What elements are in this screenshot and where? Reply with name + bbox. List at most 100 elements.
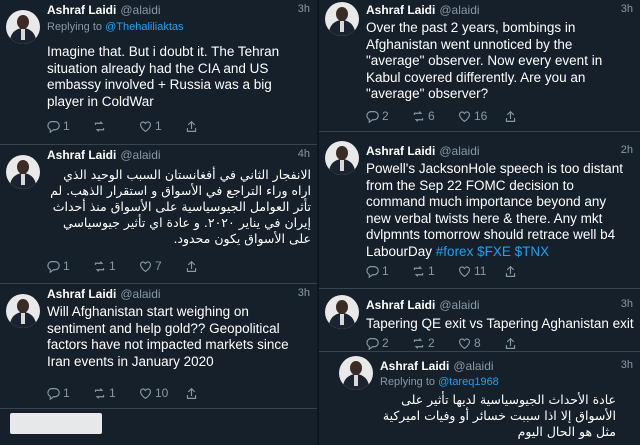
retweet-icon <box>94 120 105 132</box>
like-button[interactable]: 8 <box>458 336 504 350</box>
tweet-text: Will Afghanistan start weighing on senti… <box>47 304 289 369</box>
reply-to-handle[interactable]: @Thehaliliaktas <box>105 21 183 33</box>
avatar[interactable] <box>325 295 359 329</box>
tweet-header: Ashraf Laidi @alaidi 3h <box>380 359 636 375</box>
tweet-text: Tapering QE exit vs Tapering Aghanistan … <box>366 316 634 331</box>
replying-to: Replying to @Thehaliliaktas <box>47 21 184 33</box>
tweet-text: Over the past 2 years, bombings in Afgha… <box>366 20 603 101</box>
like-button[interactable]: 10 <box>139 386 185 400</box>
share-button[interactable] <box>504 265 524 278</box>
redacted-block <box>10 413 102 434</box>
author-name[interactable]: Ashraf Laidi <box>47 148 116 162</box>
reply-button[interactable]: 1 <box>47 259 93 273</box>
like-button[interactable]: 11 <box>458 264 504 278</box>
author-handle[interactable]: @alaidi <box>120 148 160 162</box>
share-button[interactable] <box>185 387 205 400</box>
retweet-button[interactable]: 6 <box>412 109 458 123</box>
like-button[interactable]: 16 <box>458 109 504 123</box>
share-button[interactable] <box>185 120 205 133</box>
avatar[interactable] <box>6 155 40 189</box>
avatar[interactable] <box>6 294 40 328</box>
retweet-button[interactable]: 1 <box>93 259 139 273</box>
author-name[interactable]: Ashraf Laidi <box>47 3 116 17</box>
author-name[interactable]: Ashraf Laidi <box>366 3 435 17</box>
tweet-text: Imagine that. But i doubt it. The Tehran… <box>47 44 280 109</box>
avatar[interactable] <box>325 2 359 36</box>
timestamp[interactable]: 4h <box>298 148 310 160</box>
share-button[interactable] <box>504 337 524 350</box>
tweet[interactable]: Ashraf Laidi @alaidi 3h Will Afghanistan … <box>0 284 317 409</box>
timestamp[interactable]: 3h <box>621 298 633 310</box>
timestamp[interactable]: 3h <box>298 3 310 15</box>
tweet-header: Ashraf Laidi @alaidi 3h <box>47 3 313 19</box>
author-handle[interactable]: @alaidi <box>439 3 479 17</box>
tweet-text: Powell's JacksonHole speech is too dista… <box>366 161 634 260</box>
reply-icon <box>47 387 60 400</box>
timestamp[interactable]: 3h <box>621 3 633 15</box>
share-icon <box>505 110 516 122</box>
tweet[interactable]: Ashraf Laidi @alaidi 2h Powell's JacksonH… <box>319 141 640 289</box>
timestamp[interactable]: 3h <box>298 287 310 299</box>
author-handle[interactable]: @alaidi <box>453 359 493 373</box>
author-handle[interactable]: @alaidi <box>439 144 479 158</box>
reply-to-handle[interactable]: @tareq1968 <box>438 376 499 388</box>
share-button[interactable] <box>504 110 524 123</box>
reply-icon <box>366 337 379 350</box>
author-name[interactable]: Ashraf Laidi <box>366 298 435 312</box>
avatar[interactable] <box>6 10 40 44</box>
author-name[interactable]: Ashraf Laidi <box>380 359 449 373</box>
tweet-actions: 2 6 16 <box>366 109 524 123</box>
reply-button[interactable]: 2 <box>366 109 412 123</box>
author-handle[interactable]: @alaidi <box>120 287 160 301</box>
tweet-actions: 1 1 10 <box>47 386 205 400</box>
like-count: 8 <box>474 336 481 350</box>
avatar[interactable] <box>325 141 359 175</box>
reply-count: 1 <box>63 386 70 400</box>
hashtag-links[interactable]: #forex $FXE $TNX <box>436 244 549 259</box>
share-button[interactable] <box>185 260 205 273</box>
tweet[interactable]: Ashraf Laidi @alaidi 3h Replying to @Theh… <box>0 0 317 145</box>
reply-icon <box>366 265 379 278</box>
share-icon <box>186 387 197 399</box>
replying-to-label: Replying to <box>47 21 106 33</box>
retweet-button[interactable] <box>93 120 139 133</box>
like-icon <box>140 387 151 399</box>
tweet[interactable]: Ashraf Laidi @alaidi 3h Over the past 2 y… <box>319 0 640 132</box>
retweet-icon <box>413 265 424 277</box>
retweet-button[interactable]: 1 <box>93 386 139 400</box>
like-count: 1 <box>155 119 162 133</box>
tweet[interactable]: Ashraf Laidi @alaidi 4h الانفجار الثاني ف… <box>0 145 317 284</box>
share-icon <box>186 120 197 132</box>
share-icon <box>505 265 516 277</box>
tweet[interactable]: Ashraf Laidi @alaidi 3h Tapering QE exit … <box>319 295 640 352</box>
tweet-header: Ashraf Laidi @alaidi 3h <box>47 287 313 303</box>
like-button[interactable]: 7 <box>139 259 185 273</box>
author-name[interactable]: Ashraf Laidi <box>366 144 435 158</box>
retweet-icon <box>94 387 105 399</box>
share-icon <box>186 260 197 272</box>
author-handle[interactable]: @alaidi <box>439 298 479 312</box>
reply-button[interactable]: 1 <box>366 264 412 278</box>
like-button[interactable]: 1 <box>139 119 185 133</box>
reply-count: 2 <box>382 336 389 350</box>
reply-button[interactable]: 1 <box>47 386 93 400</box>
author-name[interactable]: Ashraf Laidi <box>47 287 116 301</box>
reply-button[interactable]: 1 <box>47 119 93 133</box>
timestamp[interactable]: 2h <box>621 144 633 156</box>
reply-icon <box>366 110 379 123</box>
tweet-actions: 2 2 8 <box>366 336 524 350</box>
tweet[interactable]: Ashraf Laidi @alaidi 3h Replying to @tare… <box>333 352 640 445</box>
retweet-count: 6 <box>428 109 435 123</box>
timestamp[interactable]: 3h <box>621 359 633 371</box>
retweet-button[interactable]: 1 <box>412 264 458 278</box>
retweet-button[interactable]: 2 <box>412 336 458 350</box>
share-icon <box>505 337 516 349</box>
like-count: 7 <box>155 259 162 273</box>
retweet-count: 1 <box>109 386 116 400</box>
avatar[interactable] <box>339 356 373 390</box>
author-handle[interactable]: @alaidi <box>120 3 160 17</box>
reply-count: 1 <box>63 119 70 133</box>
reply-button[interactable]: 2 <box>366 336 412 350</box>
tweet-header: Ashraf Laidi @alaidi 3h <box>366 3 636 19</box>
reply-count: 1 <box>63 259 70 273</box>
